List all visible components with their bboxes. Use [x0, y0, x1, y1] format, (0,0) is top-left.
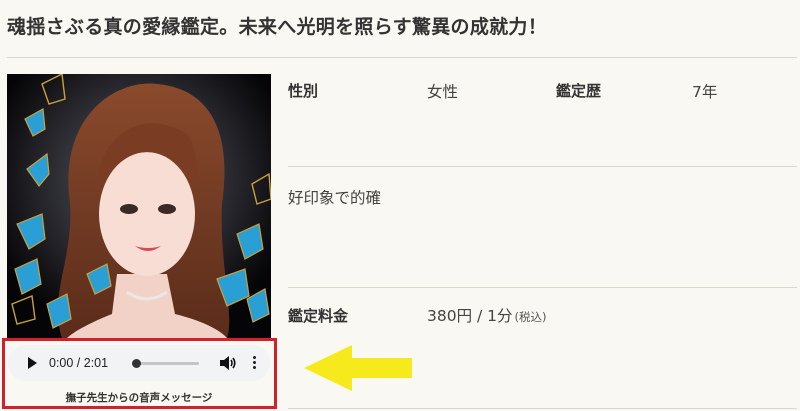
- divider: [7, 57, 797, 58]
- gender-label: 性別: [288, 82, 319, 100]
- gender-value: 女性: [427, 83, 459, 101]
- divider: [288, 408, 797, 409]
- fee-label: 鑑定料金: [288, 307, 349, 325]
- page-title: 魂揺さぶる真の愛縁鑑定。未来へ光明を照らす驚異の成就力！: [7, 16, 548, 38]
- divider: [288, 166, 797, 167]
- divider: [288, 287, 797, 288]
- impression-text: 好印象で的確: [288, 189, 382, 207]
- fortune-teller-photo: [7, 74, 271, 338]
- highlight-box: [2, 338, 277, 409]
- fee-value: 380円 / 1分 (税込): [427, 304, 547, 326]
- fee-amount: 380円 / 1分: [427, 307, 513, 325]
- arrow-left-icon: [304, 345, 414, 391]
- experience-value: 7年: [692, 83, 718, 101]
- experience-label: 鑑定歴: [556, 82, 602, 100]
- fee-tax-note: (税込): [514, 310, 547, 324]
